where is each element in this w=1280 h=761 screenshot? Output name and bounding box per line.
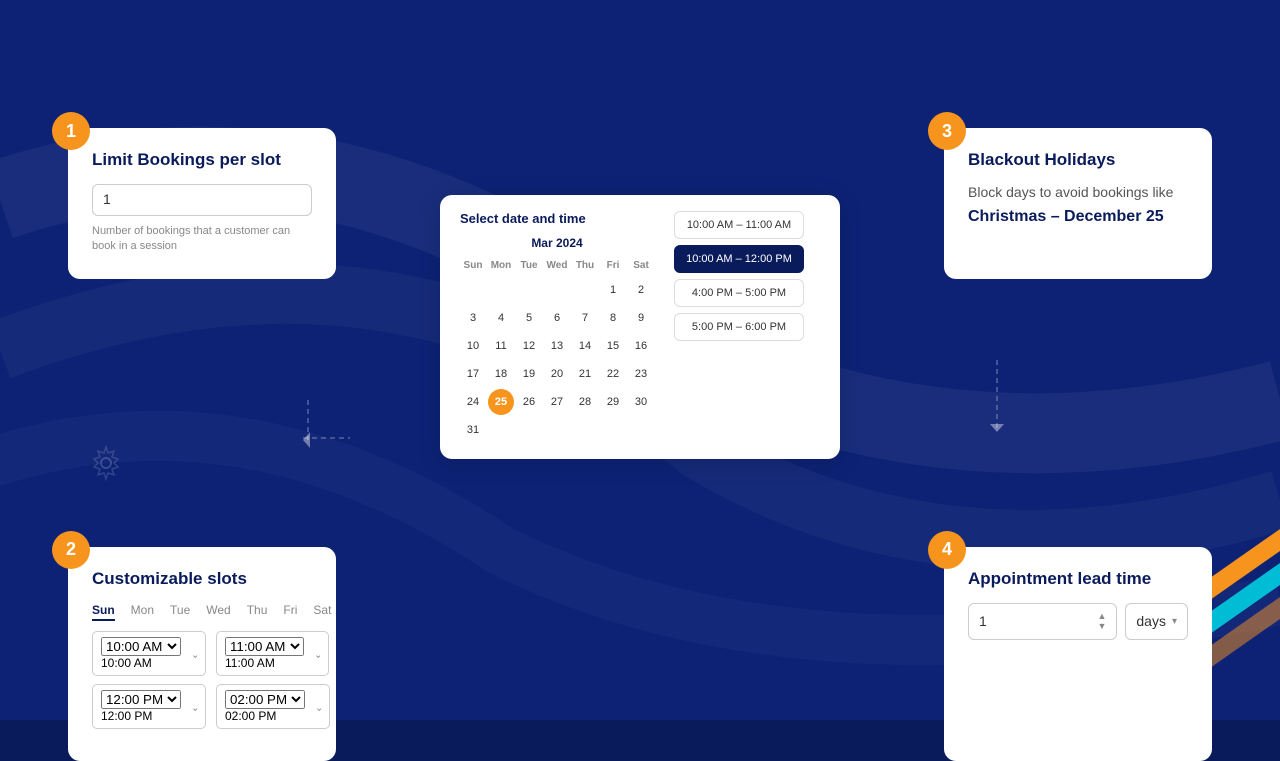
time-slot-4[interactable]: 5:00 PM – 6:00 PM [674,313,804,341]
day-wed[interactable]: Wed [206,603,230,621]
card3-title: Blackout Holidays [968,150,1188,170]
stepper-down[interactable]: ▼ [1097,622,1106,631]
cal-day-2[interactable]: 2 [628,277,654,303]
card1-title: Limit Bookings per slot [92,150,312,170]
lead-time-unit-wrapper[interactable]: days ▾ [1125,603,1188,640]
badge-3: 3 [928,112,966,150]
cal-day-selected[interactable]: 25 [488,389,514,415]
lead-time-row: ▲ ▼ days ▾ [968,603,1188,640]
slot-start-2[interactable]: 12:00 PM 12:00 PM [92,684,206,729]
lead-time-unit-chevron: ▾ [1172,616,1177,627]
page-title: Customize your appointments [0,0,1280,98]
lead-time-unit-label: days [1136,613,1166,629]
badge-2: 2 [52,531,90,569]
day-fri[interactable]: Fri [283,603,297,621]
slot-start-select-2[interactable]: 12:00 PM [101,690,181,709]
blackout-holiday-value: Christmas – December 25 [968,208,1188,226]
day-tue[interactable]: Tue [170,603,190,621]
stepper-up[interactable]: ▲ [1097,612,1106,621]
day-mon[interactable]: Mon [131,603,154,621]
select-datetime-label: Select date and time [460,211,654,226]
card-limit-bookings: 1 Limit Bookings per slot Number of book… [68,128,336,279]
calendar-month-year: Mar 2024 [460,236,654,250]
time-slots: 10:00 AM – 11:00 AM 10:00 AM – 12:00 PM … [674,211,804,443]
day-sat[interactable]: Sat [313,603,331,621]
badge-1: 1 [52,112,90,150]
blackout-description: Block days to avoid bookings like [968,184,1188,200]
lead-time-input[interactable] [979,613,1055,629]
lead-time-input-wrapper[interactable]: ▲ ▼ [968,603,1117,640]
time-slot-2[interactable]: 10:00 AM – 12:00 PM [674,245,804,273]
main-content: ✦ ✛ Customize your appointments [0,0,1280,720]
slot-start-1[interactable]: 10:00 AM 10:00 AM [92,631,206,676]
slot-end-2[interactable]: 02:00 PM 02:00 PM [216,684,330,729]
slot-end-select-1[interactable]: 11:00 AM [225,637,304,656]
booking-input-wrapper[interactable] [92,184,312,216]
card-customizable-slots: 2 Customizable slots Sun Mon Tue Wed Thu… [68,547,336,761]
card2-title: Customizable slots [92,569,312,589]
calendar-grid: 1 2 3 4 5 6 7 8 9 10 11 12 13 14 15 [460,277,654,443]
slot-end-1[interactable]: 11:00 AM 11:00 AM [216,631,329,676]
day-sun[interactable]: Sun [92,603,115,621]
decorative-settings-icon [88,445,124,486]
card-appointment-lead-time: 4 Appointment lead time ▲ ▼ days ▾ [944,547,1212,761]
calendar-left: Select date and time Mar 2024 Sun Mon Tu… [460,211,654,443]
slot-row-1: 10:00 AM 10:00 AM 11:00 AM 11:00 AM [92,631,312,676]
time-slot-1[interactable]: 10:00 AM – 11:00 AM [674,211,804,239]
slots-days-row: Sun Mon Tue Wed Thu Fri Sat [92,603,312,621]
slot-start-select-1[interactable]: 10:00 AM [101,637,181,656]
booking-input[interactable] [103,191,301,207]
slot-row-2: 12:00 PM 12:00 PM 02:00 PM 02:00 PM [92,684,312,729]
booking-hint: Number of bookings that a customer can b… [92,224,312,255]
card-blackout-holidays: 3 Blackout Holidays Block days to avoid … [944,128,1212,279]
calendar-day-names: Sun Mon Tue Wed Thu Fri Sat [460,260,654,271]
slot-end-select-2[interactable]: 02:00 PM [225,690,305,709]
lead-time-stepper[interactable]: ▲ ▼ [1097,612,1106,631]
time-slot-3[interactable]: 4:00 PM – 5:00 PM [674,279,804,307]
calendar-container: Select date and time Mar 2024 Sun Mon Tu… [440,195,840,459]
badge-4: 4 [928,531,966,569]
cal-day-1[interactable]: 1 [600,277,626,303]
card4-title: Appointment lead time [968,569,1188,589]
day-thu[interactable]: Thu [247,603,268,621]
